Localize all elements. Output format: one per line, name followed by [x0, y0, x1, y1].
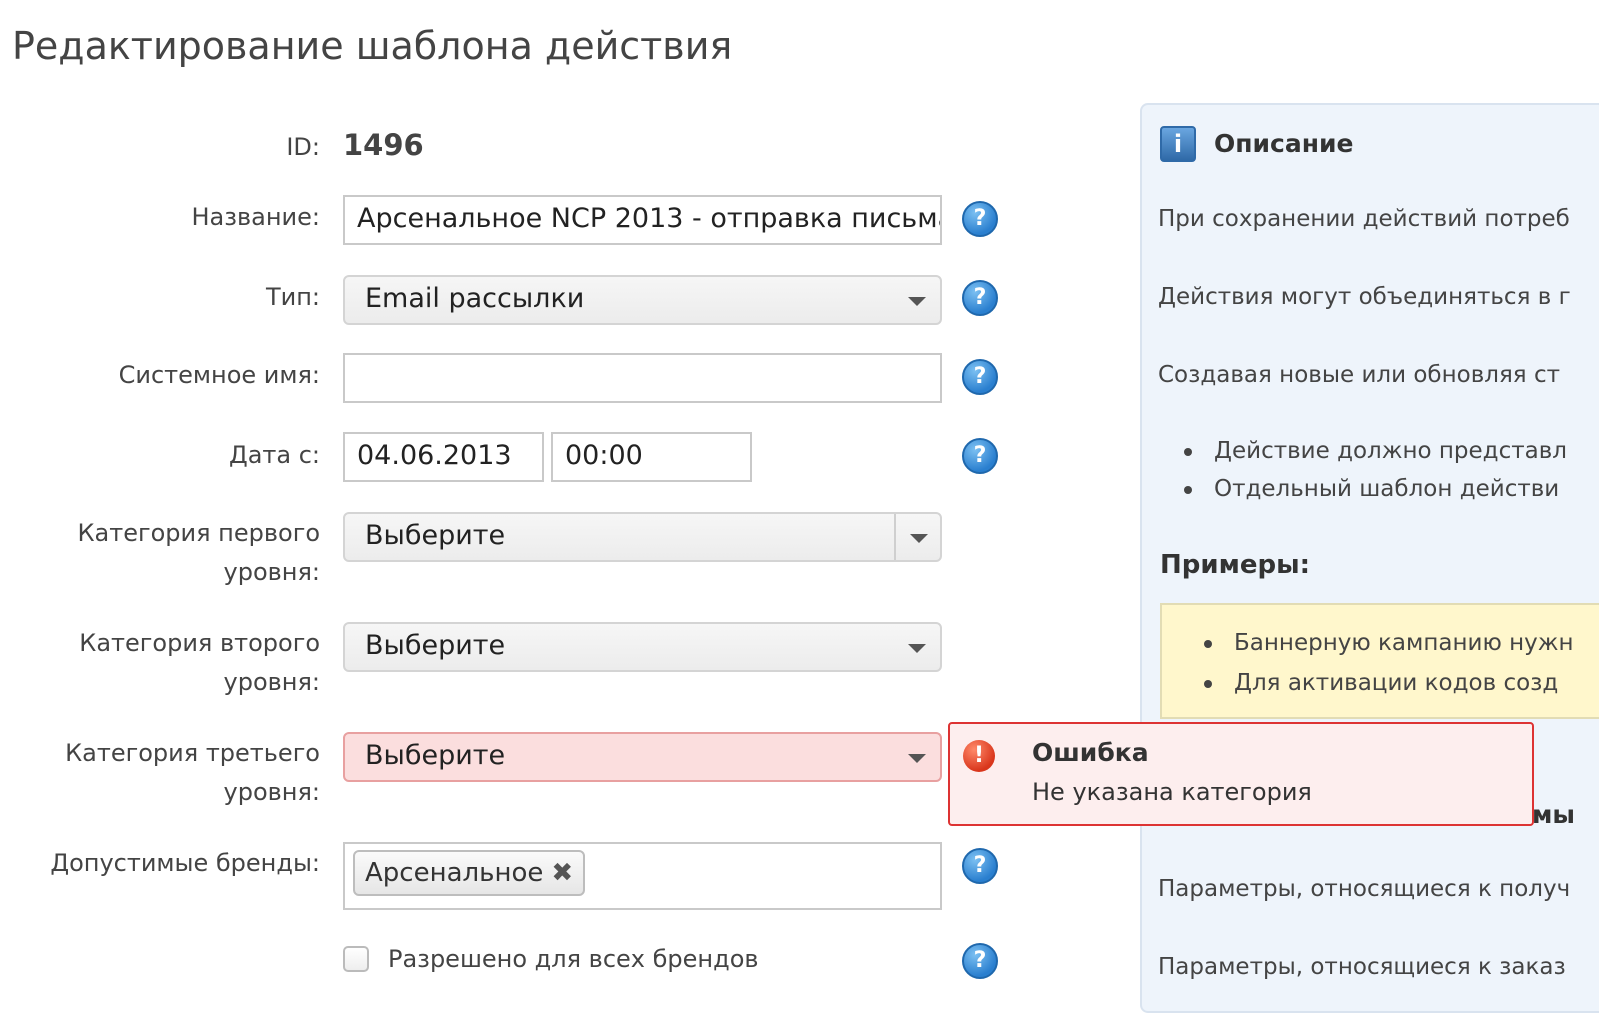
type-select[interactable]: Email рассылки [343, 275, 942, 325]
id-label: ID: [286, 133, 320, 161]
bullet-dot [1204, 639, 1212, 648]
brand-tag-label: Арсенальное [365, 858, 544, 888]
example-item-2: Для активации кодов созд [1204, 670, 1558, 696]
system-name-input[interactable] [343, 353, 942, 403]
category3-select-value: Выберите [365, 740, 506, 771]
obscured-heading-fragment: мы [1532, 800, 1576, 829]
examples-title: Примеры: [1160, 550, 1310, 580]
description-bullet-1-text: Действие должно представл [1214, 438, 1567, 464]
time-input[interactable]: 00:00 [551, 432, 752, 482]
date-input[interactable]: 04.06.2013 [343, 432, 544, 482]
category3-select[interactable]: Выберите [343, 732, 942, 782]
help-icon-name[interactable]: ? [962, 201, 998, 237]
bullet-dot [1204, 679, 1212, 688]
all-brands-checkbox[interactable] [343, 946, 369, 972]
remove-tag-icon[interactable]: ✖ [551, 858, 573, 888]
example-item-1-text: Баннерную кампанию нужн [1234, 630, 1574, 656]
category1-label-line1: Категория первого [77, 519, 321, 547]
brand-tag: Арсенальное ✖ [353, 850, 586, 896]
description-heading: Описание [1214, 129, 1354, 158]
category1-select-value: Выберите [365, 520, 506, 551]
type-label: Тип: [265, 283, 320, 311]
examples-box [1160, 603, 1599, 719]
description-para-4: Параметры, относящиеся к получ [1158, 876, 1571, 902]
description-bullet-2: Отдельный шаблон действи [1184, 476, 1559, 502]
category2-label-line2: уровня: [223, 668, 320, 696]
category2-select[interactable]: Выберите [343, 622, 942, 672]
chevron-down-icon [908, 297, 926, 306]
id-value: 1496 [343, 128, 424, 162]
example-item-2-text: Для активации кодов созд [1234, 670, 1559, 696]
brands-label: Допустимые бренды: [50, 849, 320, 877]
brands-input[interactable]: Арсенальное ✖ [343, 842, 942, 910]
chevron-down-icon [908, 754, 926, 763]
example-item-1: Баннерную кампанию нужн [1204, 630, 1574, 656]
description-para-2: Действия могут объединяться в г [1158, 284, 1571, 310]
category1-dropdown-button[interactable] [894, 514, 940, 560]
help-icon-date[interactable]: ? [962, 438, 998, 474]
error-icon: ! [963, 740, 995, 772]
page-title: Редактирование шаблона действия [12, 24, 733, 68]
help-icon-system-name[interactable]: ? [962, 359, 998, 395]
system-name-label: Системное имя: [118, 361, 320, 389]
category3-label-line1: Категория третьего [65, 739, 320, 767]
help-icon-brands[interactable]: ? [962, 848, 998, 884]
chevron-down-icon [908, 644, 926, 653]
error-title: Ошибка [1032, 738, 1149, 767]
all-brands-label: Разрешено для всех брендов [388, 945, 759, 973]
info-icon: i [1160, 126, 1196, 162]
description-para-1: При сохранении действий потреб [1158, 206, 1570, 232]
category2-select-value: Выберите [365, 630, 506, 661]
help-icon-all-brands[interactable]: ? [962, 943, 998, 979]
name-label: Название: [191, 203, 320, 231]
description-bullet-2-text: Отдельный шаблон действи [1214, 476, 1560, 502]
description-para-3: Создавая новые или обновляя ст [1158, 362, 1560, 388]
date-label: Дата с: [228, 441, 320, 469]
chevron-down-icon [910, 534, 928, 543]
error-message: Не указана категория [1032, 778, 1312, 806]
category1-label-line2: уровня: [223, 558, 320, 586]
category2-label-line1: Категория второго [79, 629, 320, 657]
type-select-value: Email рассылки [365, 283, 585, 314]
bullet-dot [1184, 485, 1192, 494]
bullet-dot [1184, 447, 1192, 456]
category1-select[interactable]: Выберите [343, 512, 942, 562]
description-bullet-1: Действие должно представл [1184, 438, 1567, 464]
name-input[interactable]: Арсенальное NCP 2013 - отправка письма с [343, 195, 942, 245]
help-icon-type[interactable]: ? [962, 280, 998, 316]
category3-label-line2: уровня: [223, 778, 320, 806]
description-para-5: Параметры, относящиеся к заказ [1158, 954, 1566, 980]
